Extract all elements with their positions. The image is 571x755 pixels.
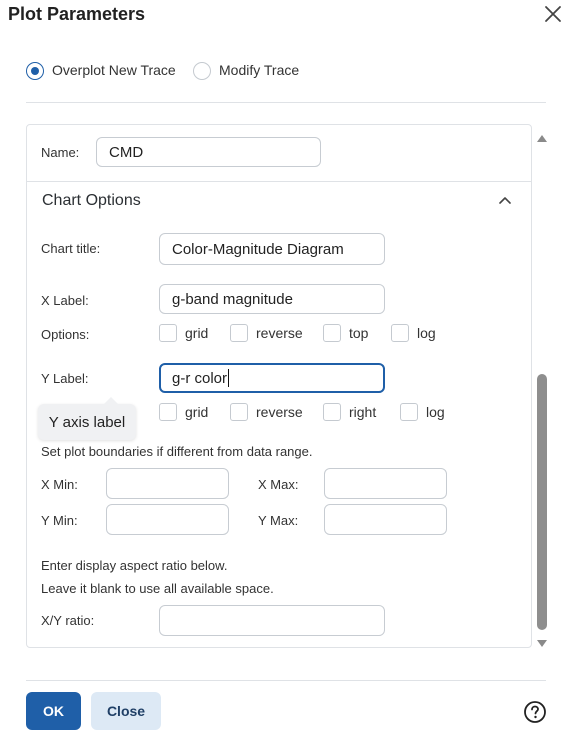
x-min-field[interactable] [106, 468, 229, 499]
name-field[interactable]: CMD [96, 137, 321, 167]
bounds-hint: Set plot boundaries if different from da… [41, 444, 313, 459]
x-max-field[interactable] [324, 468, 447, 499]
y-label-value: g-r color [172, 369, 228, 387]
options-panel: Name: CMD Chart Options Chart title: Col… [26, 124, 532, 648]
divider [26, 102, 546, 103]
y-min-label: Y Min: [41, 513, 78, 528]
close-icon[interactable] [541, 2, 565, 26]
x-max-label: X Max: [258, 477, 299, 492]
y-min-field[interactable] [106, 504, 229, 535]
y-log-checkbox[interactable] [400, 403, 418, 421]
chart-title-field[interactable]: Color-Magnitude Diagram [159, 233, 385, 265]
scrollbar-thumb[interactable] [537, 374, 547, 630]
x-options-label: Options: [41, 327, 90, 342]
y-log-label[interactable]: log [426, 404, 445, 420]
y-reverse-checkbox[interactable] [230, 403, 248, 421]
y-right-label[interactable]: right [349, 404, 376, 420]
x-log-checkbox[interactable] [391, 324, 409, 342]
x-reverse-checkbox[interactable] [230, 324, 248, 342]
x-top-label[interactable]: top [349, 325, 368, 341]
chevron-up-icon[interactable] [497, 193, 513, 209]
x-grid-checkbox[interactable] [159, 324, 177, 342]
y-reverse-label[interactable]: reverse [256, 404, 303, 420]
aspect-hint-2: Leave it blank to use all available spac… [41, 581, 274, 596]
y-max-field[interactable] [324, 504, 447, 535]
x-label-field[interactable]: g-band magnitude [159, 284, 385, 314]
y-grid-label[interactable]: grid [185, 404, 208, 420]
radio-label-modify[interactable]: Modify Trace [219, 62, 299, 78]
footer-divider [26, 680, 546, 681]
chart-title-label: Chart title: [41, 241, 101, 256]
aspect-hint-1: Enter display aspect ratio below. [41, 558, 228, 573]
name-label: Name: [41, 145, 80, 160]
y-right-checkbox[interactable] [323, 403, 341, 421]
x-grid-label[interactable]: grid [185, 325, 208, 341]
help-circle-icon[interactable] [523, 700, 547, 724]
y-grid-checkbox[interactable] [159, 403, 177, 421]
radio-label-overplot[interactable]: Overplot New Trace [52, 62, 176, 78]
x-label-value: g-band magnitude [172, 290, 293, 308]
ratio-field[interactable] [159, 605, 385, 636]
close-button[interactable]: Close [91, 692, 161, 730]
ok-button[interactable]: OK [26, 692, 81, 730]
x-label-label: X Label: [41, 293, 89, 308]
y-axis-tooltip: Y axis label [38, 397, 136, 440]
y-label-field[interactable]: g-r color [159, 363, 385, 393]
x-min-label: X Min: [41, 477, 78, 492]
x-top-checkbox[interactable] [323, 324, 341, 342]
y-max-label: Y Max: [258, 513, 299, 528]
dialog-title: Plot Parameters [8, 4, 146, 24]
chart-title-value: Color-Magnitude Diagram [172, 240, 344, 258]
chart-options-title[interactable]: Chart Options [42, 192, 141, 210]
triangle-up-icon[interactable] [535, 131, 549, 143]
ratio-label: X/Y ratio: [41, 613, 95, 628]
radio-modify-trace[interactable] [193, 62, 211, 80]
text-caret [228, 369, 230, 387]
triangle-down-icon[interactable] [535, 637, 549, 649]
name-value: CMD [109, 143, 144, 161]
radio-overplot-new-trace[interactable] [26, 62, 44, 80]
section-divider [27, 181, 531, 182]
x-reverse-label[interactable]: reverse [256, 325, 303, 341]
x-log-label[interactable]: log [417, 325, 436, 341]
tooltip-text: Y axis label [48, 413, 126, 431]
y-label-label: Y Label: [41, 371, 89, 386]
